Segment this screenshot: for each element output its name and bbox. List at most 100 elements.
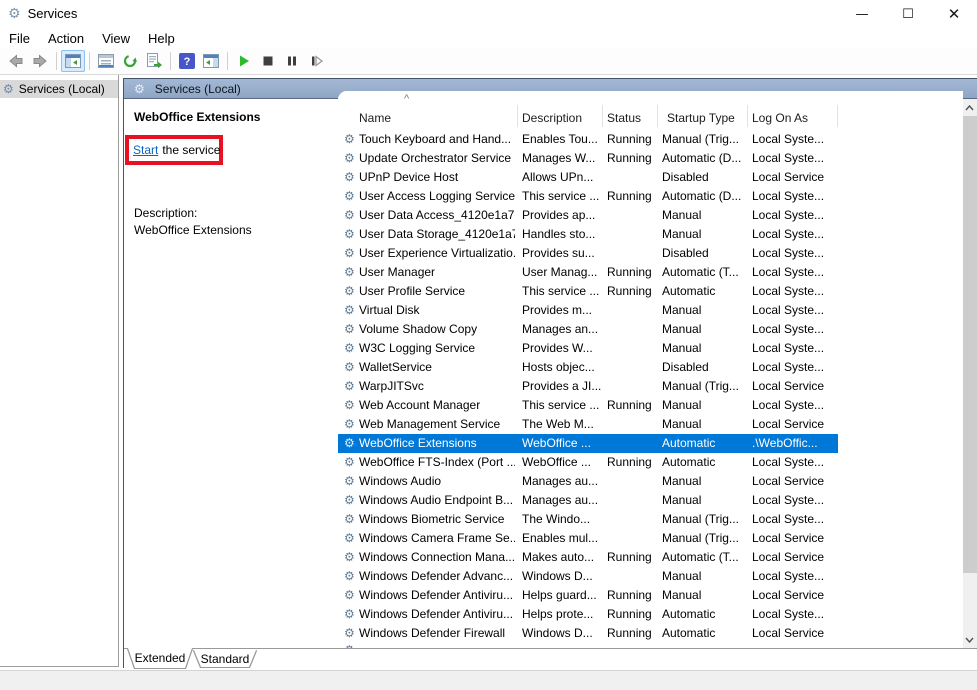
cell-description: Allows UPn...: [522, 168, 601, 187]
cell-logon: Local Syste...: [752, 510, 837, 529]
cell-name: Update Orchestrator Service: [359, 149, 515, 168]
cell-name: User Access Logging Service: [359, 187, 515, 206]
cell-name: User Data Storage_4120e1a7: [359, 225, 515, 244]
table-row[interactable]: ⚙Update Orchestrator ServiceManages W...…: [338, 149, 963, 168]
show-action-pane-icon[interactable]: [199, 50, 223, 72]
table-row[interactable]: ⚙Windows Audio Endpoint B...Manages au..…: [338, 491, 963, 510]
services-window: ⚙ Services — ☐ ✕ File Action View Help: [0, 0, 977, 690]
table-row[interactable]: ⚙Windows Defender Antiviru...Helps prote…: [338, 605, 963, 624]
tab-extended[interactable]: Extended: [128, 648, 192, 668]
scroll-up-icon[interactable]: [962, 99, 977, 116]
table-row[interactable]: ⚙Windows Biometric ServiceThe Windo...Ma…: [338, 510, 963, 529]
scroll-down-icon[interactable]: [962, 631, 977, 648]
cell-logon: Local Syste...: [752, 396, 837, 415]
table-row[interactable]: ⚙WalletServiceHosts objec...DisabledLoca…: [338, 358, 963, 377]
start-service-icon[interactable]: [232, 50, 256, 72]
column-separator[interactable]: [837, 105, 838, 127]
refresh-icon[interactable]: [118, 50, 142, 72]
table-row[interactable]: ⚙User Experience Virtualizatio...Provide…: [338, 244, 963, 263]
start-service-link[interactable]: Start: [133, 143, 158, 157]
cell-logon: Local Syste...: [752, 320, 837, 339]
table-row-partial: ⚙: [338, 643, 963, 648]
tree-item-services-local[interactable]: ⚙ Services (Local): [0, 80, 118, 98]
service-gear-icon: ⚙: [344, 472, 355, 491]
scrollbar-thumb[interactable]: [962, 116, 977, 573]
cell-logon: Local Syste...: [752, 149, 837, 168]
table-row[interactable]: ⚙Web Account ManagerThis service ...Runn…: [338, 396, 963, 415]
table-row[interactable]: ⚙User Data Access_4120e1a7Provides ap...…: [338, 206, 963, 225]
table-row[interactable]: ⚙Virtual DiskProvides m...ManualLocal Sy…: [338, 301, 963, 320]
menu-file[interactable]: File: [0, 29, 39, 48]
cell-logon: Local Service: [752, 548, 837, 567]
table-row[interactable]: ⚙WebOffice FTS-Index (Port ...WebOffice …: [338, 453, 963, 472]
column-separator[interactable]: [517, 105, 518, 127]
export-list-icon[interactable]: [142, 50, 166, 72]
table-row[interactable]: ⚙Windows Camera Frame Se...Enables mul..…: [338, 529, 963, 548]
cell-name: Windows Defender Firewall: [359, 624, 515, 643]
cell-logon: Local Syste...: [752, 453, 837, 472]
column-header-description[interactable]: Description: [522, 111, 582, 125]
sort-ascending-icon: ^: [404, 93, 409, 105]
back-icon[interactable]: [4, 50, 28, 72]
table-row[interactable]: ⚙W3C Logging ServiceProvides W...ManualL…: [338, 339, 963, 358]
column-header-name[interactable]: Name: [359, 111, 391, 125]
table-row[interactable]: ⚙Web Management ServiceThe Web M...Manua…: [338, 415, 963, 434]
table-row[interactable]: ⚙User ManagerUser Manag...RunningAutomat…: [338, 263, 963, 282]
menu-action[interactable]: Action: [39, 29, 93, 48]
maximize-button[interactable]: ☐: [885, 0, 931, 28]
cell-name: Touch Keyboard and Hand...: [359, 130, 515, 149]
table-row[interactable]: ⚙WebOffice ExtensionsWebOffice ...Automa…: [338, 434, 838, 453]
cell-status: Running: [607, 263, 656, 282]
pause-service-icon[interactable]: [280, 50, 304, 72]
vertical-scrollbar[interactable]: [962, 99, 977, 648]
restart-service-icon[interactable]: [304, 50, 328, 72]
cell-name: Volume Shadow Copy: [359, 320, 515, 339]
column-header-logon[interactable]: Log On As: [752, 111, 808, 125]
cell-status: Running: [607, 282, 656, 301]
table-row[interactable]: ⚙Windows Defender Advanc...Windows D...M…: [338, 567, 963, 586]
table-row[interactable]: ⚙UPnP Device HostAllows UPn...DisabledLo…: [338, 168, 963, 187]
cell-name: Web Management Service: [359, 415, 515, 434]
results-pane-title: Services (Local): [155, 82, 241, 96]
cell-description: Manages au...: [522, 491, 601, 510]
table-row[interactable]: ⚙Windows AudioManages au...ManualLocal S…: [338, 472, 963, 491]
tab-standard[interactable]: Standard: [194, 650, 256, 667]
properties-icon[interactable]: [94, 50, 118, 72]
close-button[interactable]: ✕: [931, 0, 977, 28]
cell-name: User Profile Service: [359, 282, 515, 301]
cell-description: Manages au...: [522, 472, 601, 491]
menu-help[interactable]: Help: [139, 29, 184, 48]
cell-startup: Disabled: [662, 244, 746, 263]
column-header-status[interactable]: Status: [607, 111, 641, 125]
show-console-tree-icon[interactable]: [61, 50, 85, 72]
cell-name: Virtual Disk: [359, 301, 515, 320]
column-separator[interactable]: [657, 105, 658, 127]
cell-description: Provides W...: [522, 339, 601, 358]
cell-logon: Local Syste...: [752, 567, 837, 586]
table-row[interactable]: ⚙Windows Defender Antiviru...Helps guard…: [338, 586, 963, 605]
table-row[interactable]: ⚙User Access Logging ServiceThis service…: [338, 187, 963, 206]
service-gear-icon: ⚙: [344, 339, 355, 358]
stop-service-icon[interactable]: [256, 50, 280, 72]
table-row[interactable]: ⚙Touch Keyboard and Hand...Enables Tou..…: [338, 130, 963, 149]
status-bar: [0, 670, 977, 690]
column-header-startup[interactable]: Startup Type: [667, 111, 735, 125]
table-row[interactable]: ⚙WarpJITSvcProvides a JI...Manual (Trig.…: [338, 377, 963, 396]
table-row[interactable]: ⚙User Data Storage_4120e1a7Handles sto..…: [338, 225, 963, 244]
minimize-button[interactable]: —: [839, 0, 885, 28]
forward-icon[interactable]: [28, 50, 52, 72]
help-icon[interactable]: ?: [175, 50, 199, 72]
column-separator[interactable]: [747, 105, 748, 127]
table-row[interactable]: ⚙Windows Connection Mana...Makes auto...…: [338, 548, 963, 567]
cell-startup: Automatic (D...: [662, 149, 746, 168]
cell-description: The Web M...: [522, 415, 601, 434]
service-gear-icon: ⚙: [344, 510, 355, 529]
column-separator[interactable]: [602, 105, 603, 127]
table-row[interactable]: ⚙Volume Shadow CopyManages an...ManualLo…: [338, 320, 963, 339]
menu-view[interactable]: View: [93, 29, 139, 48]
table-row[interactable]: ⚙Windows Defender FirewallWindows D...Ru…: [338, 624, 963, 643]
cell-status: Running: [607, 624, 656, 643]
cell-description: Helps prote...: [522, 605, 601, 624]
cell-startup: Automatic (T...: [662, 548, 746, 567]
table-row[interactable]: ⚙User Profile ServiceThis service ...Run…: [338, 282, 963, 301]
